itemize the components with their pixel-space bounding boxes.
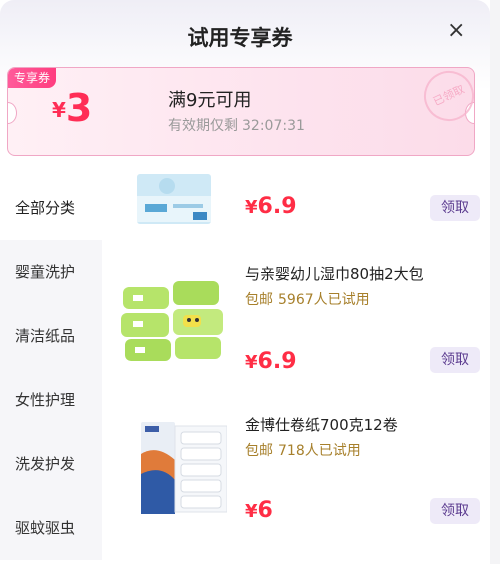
window-edge [490, 0, 500, 564]
sidebar-item-feminine-care[interactable]: 女性护理 [0, 368, 102, 432]
product-price: ¥6.9 [245, 349, 297, 374]
coupon-currency: ¥ [52, 98, 66, 122]
product-meta: 包邮 718人已试用 [245, 440, 366, 460]
product-shipping: 包邮 [245, 292, 273, 308]
coupon-expiry-time: 32:07:31 [242, 118, 305, 134]
coupon-notch-left [8, 102, 17, 124]
sidebar-item-insect-repellent[interactable]: 驱蚊驱虫 [0, 496, 102, 560]
coupon-tag: 专享券 [8, 68, 57, 88]
price-value: 6 [257, 498, 273, 523]
product-shipping: 包邮 [245, 443, 273, 459]
coupon-condition: 满9元可用 [168, 90, 252, 111]
product-image [121, 281, 223, 361]
claim-button[interactable]: 领取 [430, 195, 480, 221]
sheet-title: 试用专享券 [187, 26, 293, 50]
product-tried-count: 5967人已试用 [278, 292, 370, 308]
coupon-expiry-label: 有效期仅剩 [168, 118, 238, 134]
coupon-card: 专享券 ¥3 满9元可用 有效期仅剩 32:07:31 已领取 [7, 67, 475, 156]
product-item[interactable]: 金博仕卷纸700克12卷 包邮 718人已试用 ¥6 领取 [102, 408, 490, 538]
sidebar-item-hair-care[interactable]: 洗发护发 [0, 432, 102, 496]
price-value: 6.9 [257, 349, 297, 374]
coupon-value: 3 [65, 86, 93, 130]
coupon-amount: ¥3 [52, 86, 92, 130]
product-name: 与亲婴幼儿湿巾80抽2大包 [245, 265, 424, 283]
product-item[interactable]: ¥6.9 领取 [102, 170, 490, 240]
coupon-expiry: 有效期仅剩 32:07:31 [168, 115, 305, 135]
product-price: ¥6 [245, 498, 273, 523]
product-image [141, 422, 227, 514]
close-icon[interactable]: × [447, 18, 465, 43]
sidebar-item-all[interactable]: 全部分类 [0, 176, 102, 240]
sidebar-item-paper-cleaning[interactable]: 清洁纸品 [0, 304, 102, 368]
sheet-header: 试用专享券 × [0, 16, 490, 56]
product-meta: 包邮 5967人已试用 [245, 289, 375, 309]
product-name: 金博仕卷纸700克12卷 [245, 416, 398, 434]
product-item[interactable]: 与亲婴幼儿湿巾80抽2大包 包邮 5967人已试用 ¥6.9 领取 [102, 255, 490, 385]
product-tried-count: 718人已试用 [278, 443, 361, 459]
sidebar-item-baby-care[interactable]: 婴童洗护 [0, 240, 102, 304]
product-price: ¥6.9 [245, 194, 297, 219]
claim-button[interactable]: 领取 [430, 347, 480, 373]
category-sidebar: 全部分类 婴童洗护 清洁纸品 女性护理 洗发护发 驱蚊驱虫 [0, 176, 102, 564]
product-image [137, 174, 211, 224]
price-currency: ¥ [245, 197, 258, 218]
price-currency: ¥ [245, 501, 258, 522]
trial-coupon-sheet: 试用专享券 × 专享券 ¥3 满9元可用 有效期仅剩 32:07:31 已领取 全… [0, 0, 490, 564]
price-currency: ¥ [245, 352, 258, 373]
claim-button[interactable]: 领取 [430, 498, 480, 524]
price-value: 6.9 [257, 194, 297, 219]
